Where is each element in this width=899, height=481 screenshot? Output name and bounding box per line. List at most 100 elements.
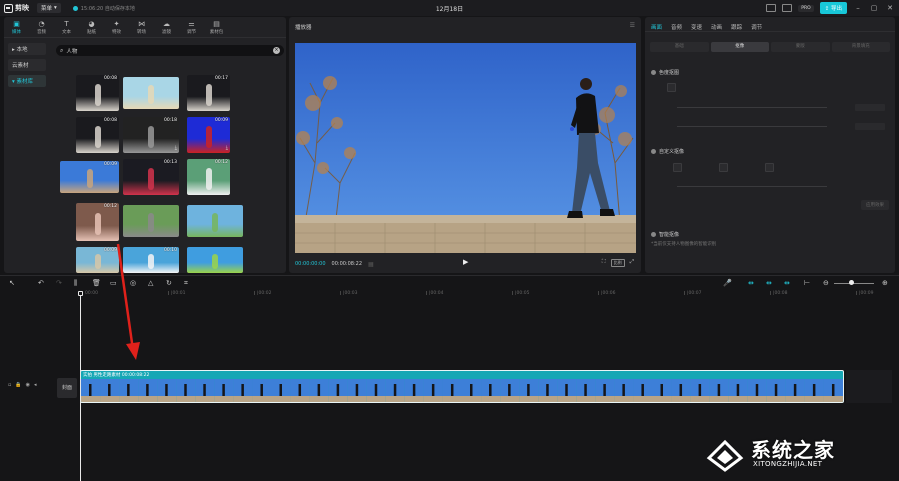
download-icon[interactable]: ⤓ <box>226 145 228 151</box>
crop-icon[interactable]: ⌗ <box>184 279 188 288</box>
slider-value-box[interactable] <box>855 104 885 111</box>
inspector-tab[interactable]: 动画 <box>711 23 722 31</box>
apply-effect-button[interactable]: 应用效果 <box>861 200 889 210</box>
inspector-tab[interactable]: 变速 <box>691 23 702 31</box>
color-picker-icon[interactable] <box>667 83 676 92</box>
sidebar-item[interactable]: 云素材 <box>8 59 46 71</box>
tab-text[interactable]: T 文本 <box>54 17 79 38</box>
filmstrip-frame <box>633 379 653 402</box>
intensity-slider[interactable] <box>667 104 885 111</box>
ratio-button[interactable]: 比例 <box>610 259 625 267</box>
checkbox-icon <box>651 70 656 75</box>
playhead-handle[interactable] <box>78 291 83 296</box>
pro-badge[interactable]: PRO <box>798 4 814 12</box>
media-thumbnail[interactable]: 00:18 ⤓ <box>123 117 179 153</box>
undo-icon[interactable]: ↶ <box>38 279 44 288</box>
eye-icon[interactable]: ◉ <box>26 382 30 388</box>
inspector-subtab[interactable]: 基础 <box>650 42 709 52</box>
slider-track <box>677 107 827 108</box>
media-thumbnail[interactable] <box>187 247 243 273</box>
clear-icon[interactable] <box>765 163 774 172</box>
brush-size-slider[interactable] <box>667 183 885 190</box>
media-thumbnail[interactable]: 00:12 <box>76 203 119 241</box>
tab-adjust[interactable]: ⚌ 调节 <box>179 17 204 38</box>
media-thumbnail[interactable]: 00:09 ⤓ <box>187 117 230 153</box>
tab-effects[interactable]: ✦ 特效 <box>104 17 129 38</box>
playhead[interactable] <box>80 292 81 481</box>
linkage-icon[interactable]: ⇹ <box>784 279 790 288</box>
video-preview[interactable] <box>295 43 636 253</box>
inspector-subtab[interactable]: 蒙版 <box>771 42 830 52</box>
split-icon[interactable]: ⫼ <box>74 279 77 288</box>
annotation-arrow <box>116 243 140 360</box>
mute-icon[interactable]: ◂ <box>34 382 37 388</box>
media-thumbnail[interactable] <box>123 205 179 237</box>
track-select-icon[interactable]: ▫ <box>8 382 11 388</box>
maximize-icon[interactable]: ▢ <box>869 4 879 12</box>
media-thumbnail[interactable] <box>187 205 243 237</box>
chroma-key-toggle[interactable]: 色度抠图 <box>651 69 679 76</box>
cover-button[interactable]: 封面 <box>57 378 77 398</box>
smart-matting-label: 智能抠像 <box>659 232 680 238</box>
sidebar-item[interactable]: ▾ 素材库 <box>8 75 46 87</box>
download-icon[interactable]: ⤓ <box>175 145 177 151</box>
tab-filter[interactable]: ☁ 滤镜 <box>154 17 179 38</box>
zoom-out-icon[interactable]: ⊖ <box>823 279 829 288</box>
shadow-slider[interactable] <box>667 123 885 130</box>
zoom-slider[interactable] <box>834 283 874 284</box>
video-clip[interactable]: 实拍 男性走路素材 00:00:08:22 <box>80 370 844 403</box>
tab-package[interactable]: ▤ 素材包 <box>204 17 229 38</box>
ruler-tick-label: |00:04 <box>425 291 444 296</box>
layout-icon[interactable] <box>782 4 793 12</box>
menu-button[interactable]: 菜单 ▾ <box>37 3 61 13</box>
media-thumbnail[interactable] <box>123 77 179 109</box>
inspector-subtab[interactable]: 背景填充 <box>831 42 890 52</box>
tab-audio[interactable]: ◔ 音频 <box>29 17 54 38</box>
export-button[interactable]: ⇪ 导出 <box>819 2 847 14</box>
watermark-text: 系统之家 <box>751 438 835 462</box>
play-icon[interactable]: ▶ <box>463 258 468 266</box>
eraser-icon[interactable] <box>719 163 728 172</box>
inspector-tab[interactable]: 调节 <box>751 23 762 31</box>
close-icon[interactable]: ✕ <box>885 4 895 12</box>
fullscreen-icon[interactable]: ⤢ <box>630 259 634 267</box>
select-tool-icon[interactable]: ↖ <box>9 279 15 288</box>
microphone-icon[interactable]: 🎤 <box>723 279 732 288</box>
media-thumbnail[interactable]: 00:12 <box>187 159 230 195</box>
minimize-icon[interactable]: – <box>853 4 863 12</box>
preview-axis-icon[interactable]: ⊢ <box>804 279 810 288</box>
filmstrip-frame <box>747 379 767 402</box>
zoom-slider-knob[interactable] <box>849 280 854 285</box>
focus-icon[interactable]: ⛶ <box>602 259 606 267</box>
tab-transition[interactable]: ⋈ 转场 <box>129 17 154 38</box>
tab-media[interactable]: ▣ 媒体 <box>4 17 29 38</box>
media-thumbnail[interactable]: 00:13 <box>123 159 179 195</box>
custom-matting-toggle[interactable]: 自定义抠像 <box>651 148 684 155</box>
rotate-icon[interactable]: ↻ <box>166 279 172 288</box>
tab-sticker[interactable]: ◕ 贴纸 <box>79 17 104 38</box>
media-thumbnail[interactable]: 00:08 <box>76 117 119 153</box>
thumbnail-duration: 00:09 <box>104 162 117 167</box>
inspector-subtab[interactable]: 抠像 <box>710 42 769 52</box>
inspector-tab[interactable]: 音频 <box>671 23 682 31</box>
smart-matting-toggle[interactable]: 智能抠像 <box>651 231 679 238</box>
media-thumbnail[interactable]: 00:08 <box>76 75 119 111</box>
media-thumbnail[interactable]: 00:17 <box>187 75 230 111</box>
snap-icon[interactable]: ⇹ <box>766 279 772 288</box>
inspector-tab[interactable]: 画面 <box>651 23 662 31</box>
brush-icon[interactable] <box>673 163 682 172</box>
timeline-ruler[interactable]: 00:00 |00:01 |00:02 |00:03 |00:04 |00:05 |00:0… <box>80 291 899 301</box>
media-thumbnail[interactable]: 00:09 <box>60 161 119 193</box>
inspector-tab[interactable]: 跟踪 <box>731 23 742 31</box>
shortcut-icon[interactable] <box>766 4 777 12</box>
clear-search-icon[interactable]: × <box>273 47 280 54</box>
link-main-track-icon[interactable]: ⇹ <box>748 279 754 288</box>
search-input[interactable]: ⌕ 人物 × <box>56 45 284 56</box>
lock-icon[interactable]: 🔒 <box>15 382 21 388</box>
more-menu-icon[interactable]: ☰ <box>630 22 635 29</box>
slider-value-box[interactable] <box>855 123 885 130</box>
zoom-in-icon[interactable]: ⊕ <box>882 279 888 288</box>
grid-icon[interactable]: ▦ <box>368 261 374 268</box>
redo-icon[interactable]: ↷ <box>56 279 62 288</box>
sidebar-item[interactable]: ▸ 本地 <box>8 43 46 55</box>
